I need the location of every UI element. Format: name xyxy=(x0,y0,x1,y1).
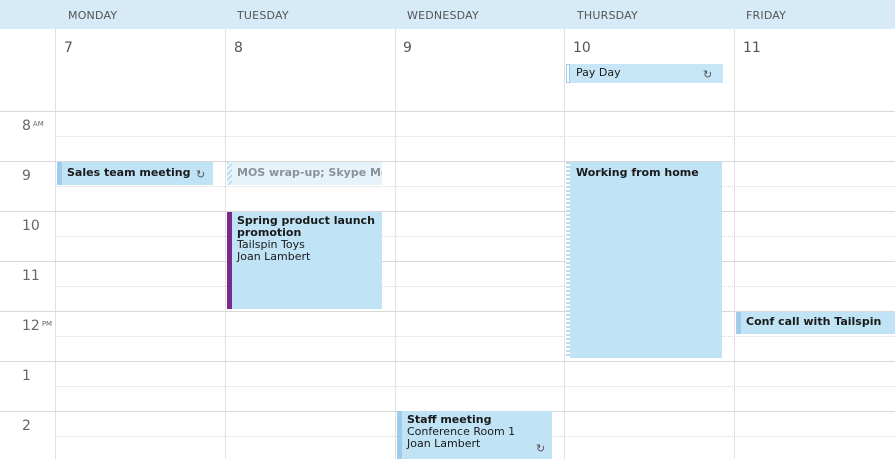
hour-label-11: 11 xyxy=(22,268,40,284)
event-status-bar xyxy=(227,162,232,185)
event-organizer: Joan Lambert xyxy=(237,250,311,263)
day-name-friday[interactable]: FRIDAY xyxy=(746,9,786,22)
day-name-wednesday[interactable]: WEDNESDAY xyxy=(407,9,479,22)
day-number-monday[interactable]: 7 xyxy=(64,40,73,56)
column-divider xyxy=(225,29,226,459)
hour-label-1: 1 xyxy=(22,368,31,384)
half-hour-line xyxy=(56,286,895,287)
event-body: Spring product launch promotion Tailspin… xyxy=(237,215,378,263)
event-title: Spring product launch promotion xyxy=(237,214,375,239)
column-divider xyxy=(734,29,735,459)
hour-label-2: 2 xyxy=(22,418,31,434)
half-hour-line xyxy=(56,136,895,137)
day-number-tuesday[interactable]: 8 xyxy=(234,40,243,56)
event-spring-product-launch[interactable]: Spring product launch promotion Tailspin… xyxy=(227,212,382,309)
recurring-icon: ↻ xyxy=(536,442,546,455)
day-number-friday[interactable]: 11 xyxy=(743,40,761,56)
event-sales-team-meeting[interactable]: Sales team meeting ↻ xyxy=(57,162,213,185)
day-number-wednesday[interactable]: 9 xyxy=(403,40,412,56)
event-title: Conf call with Tailspin xyxy=(746,315,882,328)
hour-label-9: 9 xyxy=(22,168,31,184)
event-title: Working from home xyxy=(576,166,699,179)
event-organizer: Joan Lambert xyxy=(407,437,481,450)
hour-line xyxy=(0,261,895,262)
hour-line xyxy=(0,211,895,212)
column-divider xyxy=(395,29,396,459)
hour-label-8am: 8 AM xyxy=(22,118,44,134)
day-number-thursday[interactable]: 10 xyxy=(573,40,591,56)
event-title: Pay Day xyxy=(576,66,621,79)
hour-line xyxy=(0,111,895,112)
event-pay-day[interactable]: Pay Day ↻ xyxy=(566,64,723,83)
event-mos-wrap-up[interactable]: MOS wrap-up; Skype Mee xyxy=(227,162,382,185)
hour-line xyxy=(0,361,895,362)
event-status-bar xyxy=(566,162,570,358)
column-divider xyxy=(55,29,56,459)
event-status-bar xyxy=(57,162,62,185)
day-name-monday[interactable]: MONDAY xyxy=(68,9,117,22)
half-hour-line xyxy=(56,186,895,187)
recurring-icon: ↻ xyxy=(196,168,206,181)
day-name-tuesday[interactable]: TUESDAY xyxy=(237,9,289,22)
event-status-bar xyxy=(566,64,570,83)
event-title: MOS wrap-up; Skype Mee xyxy=(237,166,382,179)
event-status-bar xyxy=(736,312,741,334)
event-working-from-home[interactable]: Working from home xyxy=(566,162,722,358)
hour-label-12pm: 12 PM xyxy=(22,318,53,334)
event-conf-call-tailspin[interactable]: Conf call with Tailspin xyxy=(736,312,895,334)
half-hour-line xyxy=(56,236,895,237)
day-name-thursday[interactable]: THURSDAY xyxy=(577,9,638,22)
event-staff-meeting[interactable]: Staff meeting Conference Room 1 Joan Lam… xyxy=(397,411,552,459)
column-divider xyxy=(564,29,565,459)
recurring-icon: ↻ xyxy=(703,68,713,81)
hour-label-10: 10 xyxy=(22,218,40,234)
event-title: Sales team meeting xyxy=(67,166,191,179)
event-body: Staff meeting Conference Room 1 Joan Lam… xyxy=(407,414,548,450)
half-hour-line xyxy=(56,336,895,337)
event-status-bar xyxy=(397,411,402,459)
event-status-bar xyxy=(227,212,232,309)
half-hour-line xyxy=(56,386,895,387)
